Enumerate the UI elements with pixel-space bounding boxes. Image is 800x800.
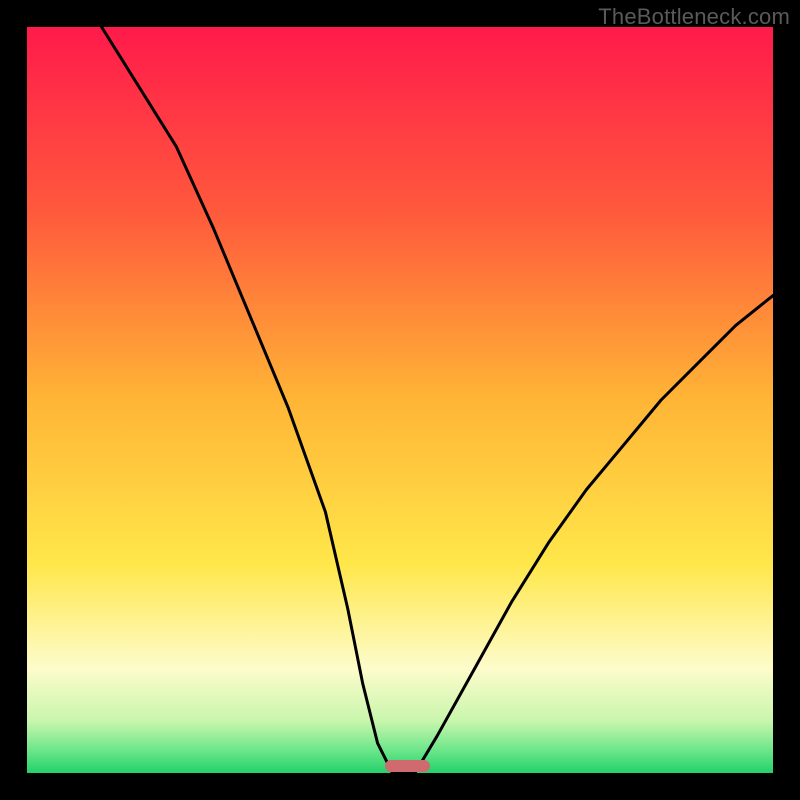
plot-area bbox=[27, 27, 773, 773]
bottleneck-curve bbox=[27, 27, 773, 773]
watermark-text: TheBottleneck.com bbox=[598, 4, 790, 30]
optimal-range-marker bbox=[385, 760, 430, 772]
chart-frame: TheBottleneck.com bbox=[0, 0, 800, 800]
